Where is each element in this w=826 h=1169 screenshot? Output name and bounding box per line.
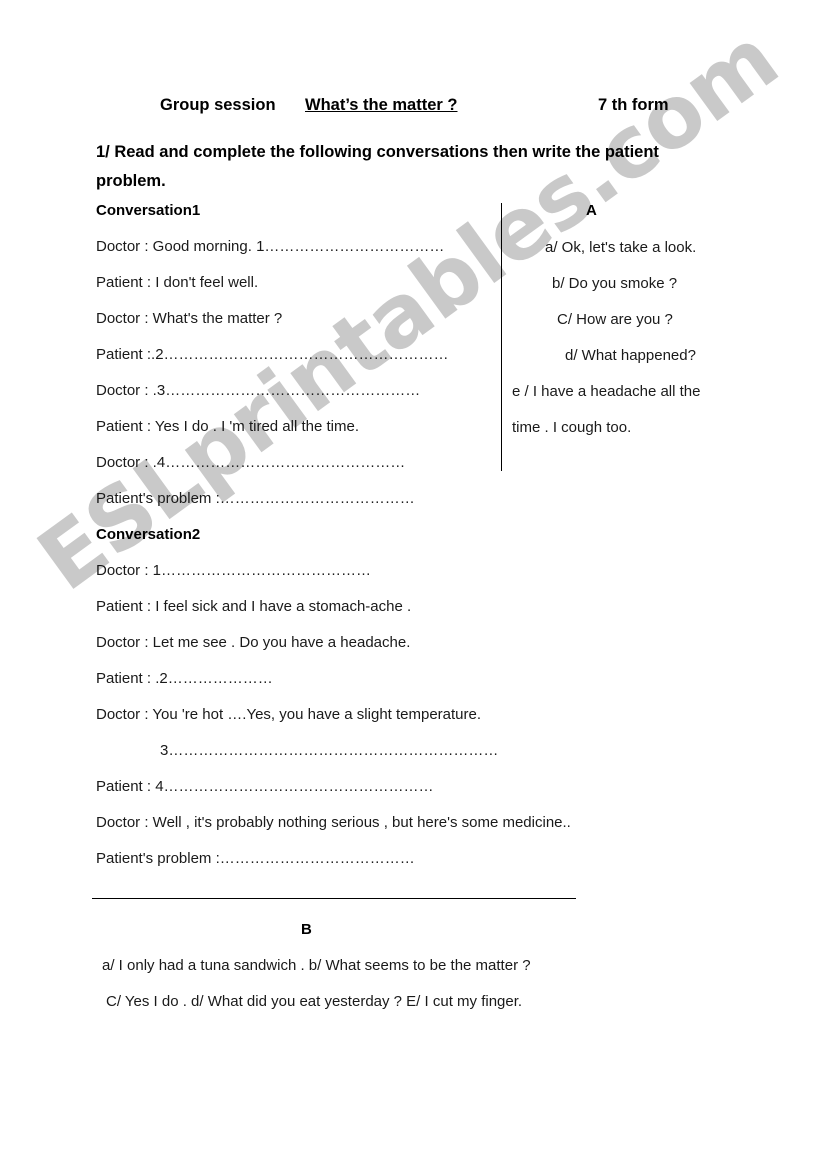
header-group-session: Group session bbox=[160, 96, 276, 114]
horizontal-divider bbox=[92, 898, 576, 899]
section-b-line: a/ I only had a tuna sandwich . b/ What … bbox=[102, 957, 531, 974]
section-a-item: e / I have a headache all the bbox=[512, 383, 701, 400]
section-a-item: a/ Ok, let's take a look. bbox=[545, 239, 697, 256]
conversation2-line: Doctor : Let me see . Do you have a head… bbox=[96, 634, 411, 651]
section-b-label: B bbox=[301, 921, 312, 938]
section-a-item: C/ How are you ? bbox=[557, 311, 673, 328]
section-a-label: A bbox=[586, 202, 597, 219]
conversation1-line: Patient : I don't feel well. bbox=[96, 274, 259, 291]
conversation2-heading: Conversation2 bbox=[96, 526, 201, 543]
section-a-item: b/ Do you smoke ? bbox=[552, 275, 678, 292]
conversation1-line: Patient :.2………………………………………………… bbox=[96, 346, 449, 363]
section-a-item: time . I cough too. bbox=[512, 419, 632, 436]
conversation1-patient-problem: Patient's problem :………………………………… bbox=[96, 490, 415, 507]
header: Group session What’s the matter ? 7 th f… bbox=[0, 96, 826, 122]
task-instruction: 1/ Read and complete the following conve… bbox=[96, 143, 659, 190]
section-a-item: d/ What happened? bbox=[565, 347, 696, 364]
conversation1-line: Doctor : Good morning. 1……………………………… bbox=[96, 238, 445, 255]
header-form-level: 7 th form bbox=[598, 96, 669, 114]
conversation1-line: Patient : Yes I do . I 'm tired all the … bbox=[96, 418, 359, 435]
conversation1-line: Doctor : What's the matter ? bbox=[96, 310, 283, 327]
conversation2-line: 3………………………………………………………… bbox=[160, 742, 499, 759]
conversation2-line: Doctor : 1…………………………………… bbox=[96, 562, 372, 579]
conversation1-line: Doctor : .3…………………………………………… bbox=[96, 382, 421, 399]
conversation2-patient-problem: Patient's problem :………………………………… bbox=[96, 850, 415, 867]
conversation2-line: Patient : 4……………………………………………… bbox=[96, 778, 434, 795]
section-b-line: C/ Yes I do . d/ What did you eat yester… bbox=[106, 993, 523, 1010]
conversation2-line: Patient : I feel sick and I have a stoma… bbox=[96, 598, 412, 615]
worksheet-page: ESLprintables.com Group session What’s t… bbox=[0, 0, 826, 1169]
conversation2-line: Patient : .2………………… bbox=[96, 670, 273, 687]
conversation1-heading: Conversation1 bbox=[96, 202, 201, 219]
conversation2-line: Doctor : You 're hot ….Yes, you have a s… bbox=[96, 706, 482, 723]
conversation2-line: Doctor : Well , it's probably nothing se… bbox=[96, 814, 571, 831]
vertical-divider bbox=[501, 203, 502, 471]
conversation1-line: Doctor : .4………………………………………… bbox=[96, 454, 406, 471]
page-title: What’s the matter ? bbox=[305, 96, 458, 114]
